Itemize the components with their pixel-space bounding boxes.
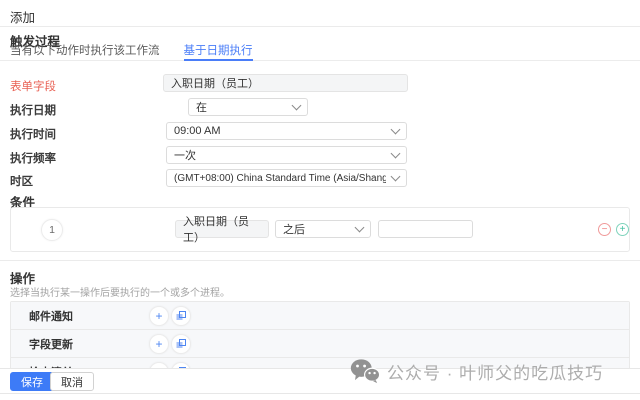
footer-bar: 保存 取消 [0,368,640,394]
action-row-field-update: 字段更新 + [11,330,629,358]
trigger-tabs: 当有以下动作时执行该工作流 基于日期执行 [0,44,640,61]
condition-operator-select[interactable]: 之后 [275,220,371,238]
condition-operator-value: 之后 [283,221,305,237]
action-row-email: 邮件通知 + [11,302,629,330]
page-title: 添加 [10,7,35,26]
timezone-select[interactable]: (GMT+08:00) China Standard Time (Asia/Sh… [166,169,407,187]
timezone-label: 时区 [10,173,33,189]
exec-time-select[interactable]: 09:00 AM [166,122,407,140]
exec-frequency-select[interactable]: 一次 [166,146,407,164]
chevron-down-icon [391,149,401,159]
remove-condition-icon[interactable]: − [598,223,611,236]
exec-date-label: 执行日期 [10,102,56,118]
condition-panel: 1 入职日期（员工） 之后 − + [10,207,630,252]
exec-frequency-value: 一次 [174,147,196,163]
form-field-value: 入职日期（员工） [163,74,408,92]
form-field-value-text: 入职日期（员工） [171,75,259,91]
chevron-down-icon [391,172,401,182]
action-label: 字段更新 [29,336,73,352]
cancel-button[interactable]: 取消 [50,372,94,391]
associate-email-action-button[interactable] [171,306,191,326]
add-email-action-button[interactable]: + [149,306,169,326]
exec-date-select[interactable]: 在 [188,98,308,116]
associate-field-update-action-button[interactable] [171,334,191,354]
tab-action-trigger[interactable]: 当有以下动作时执行该工作流 [10,44,160,60]
condition-value-input[interactable] [378,220,473,238]
divider [0,260,640,261]
associate-icon [176,311,186,321]
associate-icon [176,339,186,349]
exec-time-label: 执行时间 [10,126,56,142]
action-label: 邮件通知 [29,308,73,324]
add-condition-icon[interactable]: + [616,223,629,236]
workflow-dialog: 添加 触发过程 当有以下动作时执行该工作流 基于日期执行 表单字段 入职日期（员… [0,0,640,400]
actions-subtitle: 选择当执行某一操作后要执行的一个或多个进程。 [10,284,230,299]
condition-field-text: 入职日期（员工） [183,213,261,245]
chevron-down-icon [292,101,302,111]
save-button[interactable]: 保存 [10,372,54,391]
chevron-down-icon [355,223,365,233]
tab-date-trigger[interactable]: 基于日期执行 [184,44,253,61]
condition-index-badge: 1 [41,219,63,241]
form-field-label: 表单字段 [10,78,56,94]
exec-date-value: 在 [196,99,207,115]
condition-field: 入职日期（员工） [175,220,269,238]
timezone-value: (GMT+08:00) China Standard Time (Asia/Sh… [174,173,386,184]
exec-frequency-label: 执行频率 [10,150,56,166]
add-field-update-action-button[interactable]: + [149,334,169,354]
chevron-down-icon [391,125,401,135]
divider [0,26,640,27]
exec-time-value: 09:00 AM [174,125,220,137]
